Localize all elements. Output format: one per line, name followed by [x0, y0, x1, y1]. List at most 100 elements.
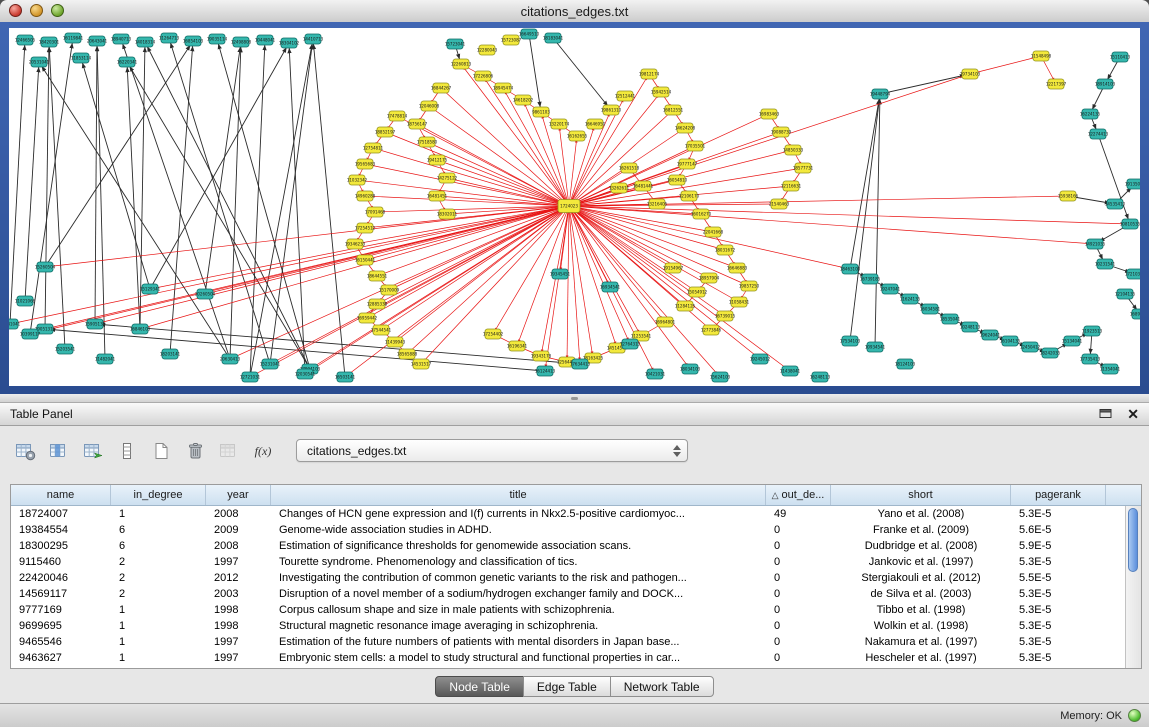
graph-node[interactable]: 14850333: [783, 145, 804, 155]
graph-node[interactable]: 16016270: [691, 209, 712, 219]
graph-node[interactable]: 19812174: [639, 69, 660, 79]
graph-node[interactable]: 19245012: [750, 354, 771, 364]
column-header-pagerank[interactable]: pagerank: [1011, 485, 1106, 505]
graph-node[interactable]: 19734103: [960, 69, 981, 79]
graph-node[interactable]: 14624208: [675, 123, 696, 133]
graph-node[interactable]: 11032342: [347, 175, 368, 185]
graph-node[interactable]: 18565888: [397, 349, 418, 359]
graph-node[interactable]: 16248113: [810, 372, 831, 382]
graph-node[interactable]: 20260504: [195, 289, 216, 299]
table-row[interactable]: 911546021997Tourette syndrome. Phenomeno…: [11, 554, 1126, 570]
graph-node[interactable]: 13262611: [609, 183, 630, 193]
table-row[interactable]: 946362711997Embryonic stem cells: a mode…: [11, 650, 1126, 666]
graph-node[interactable]: 14921035: [1085, 239, 1106, 249]
graph-node[interactable]: 12106170: [679, 191, 700, 201]
graph-node[interactable]: 14960288: [355, 191, 376, 201]
graph-node[interactable]: 15231041: [260, 359, 281, 369]
table-row[interactable]: 1830029562008Estimation of significance …: [11, 538, 1126, 554]
row-height-button[interactable]: [114, 438, 140, 464]
graph-node[interactable]: 18302011: [437, 209, 458, 219]
graph-node[interactable]: 10448041: [255, 35, 276, 45]
graph-node[interactable]: 11354041: [1100, 364, 1121, 374]
graph-node[interactable]: 11923513: [1082, 326, 1103, 336]
graph-node[interactable]: 17634413: [570, 359, 591, 369]
graph-node[interactable]: 18124103: [895, 359, 916, 369]
graph-node[interactable]: 14018314: [135, 37, 156, 47]
graph-node[interactable]: 11264713: [159, 33, 180, 43]
graph-node[interactable]: 15260504: [35, 262, 56, 272]
float-panel-icon[interactable]: [1099, 407, 1113, 422]
column-header-year[interactable]: year: [206, 485, 271, 505]
graph-node[interactable]: 16964801: [655, 317, 676, 327]
graph-node[interactable]: 12260813: [451, 59, 472, 69]
graph-node[interactable]: 19088739: [771, 127, 792, 137]
graph-node[interactable]: 12764313: [620, 339, 641, 349]
graph-node[interactable]: 18940713: [111, 34, 132, 44]
graph-node[interactable]: 10399117: [20, 329, 41, 339]
column-header-name[interactable]: name: [11, 485, 111, 505]
graph-node[interactable]: 10810535: [1120, 219, 1140, 229]
graph-hub-node[interactable]: 1724023: [558, 200, 580, 213]
graph-node[interactable]: 11231041: [9, 319, 21, 329]
graph-node[interactable]: 12450412: [1020, 342, 1041, 352]
graph-node[interactable]: 16481441: [633, 181, 654, 191]
graph-node[interactable]: 16034581: [920, 304, 941, 314]
memory-indicator-icon[interactable]: [1128, 709, 1141, 722]
graph-node[interactable]: 18644551: [367, 271, 388, 281]
graph-node[interactable]: 19412175: [427, 155, 448, 165]
panel-resize-handle[interactable]: [0, 394, 1149, 402]
graph-node[interactable]: 16846103: [130, 324, 151, 334]
graph-node[interactable]: 19035114: [207, 34, 228, 44]
graph-node[interactable]: 11624135: [900, 294, 921, 304]
graph-node[interactable]: 19624041: [980, 330, 1001, 340]
graph-node[interactable]: 12104135: [1115, 289, 1136, 299]
graph-node[interactable]: 15203541: [55, 344, 76, 354]
table-row[interactable]: 1456911722003Disruption of a novel membe…: [11, 586, 1126, 602]
function-builder-button[interactable]: f(x): [250, 438, 276, 464]
graph-node[interactable]: 12030541: [295, 369, 316, 379]
graph-node[interactable]: 16844267: [431, 83, 452, 93]
graph-node[interactable]: 18577731: [793, 163, 814, 173]
graph-node[interactable]: 20643041: [87, 36, 108, 46]
graph-node[interactable]: 16739185: [860, 274, 881, 284]
graph-node[interactable]: 16854103: [183, 36, 204, 46]
graph-node[interactable]: 19346233: [345, 239, 366, 249]
graph-node[interactable]: 16119841: [63, 33, 84, 43]
graph-node[interactable]: 16892041: [1130, 309, 1140, 319]
graph-node[interactable]: 13216405: [647, 199, 668, 209]
graph-node[interactable]: 18852197: [375, 127, 396, 137]
graph-node[interactable]: 16646883: [727, 263, 748, 273]
graph-node[interactable]: 18463103: [840, 264, 861, 274]
graph-node[interactable]: 16481451: [427, 191, 448, 201]
window-close-button[interactable]: [9, 4, 22, 17]
delete-column-button[interactable]: [182, 438, 208, 464]
graph-node[interactable]: 19345451: [550, 269, 571, 279]
graph-node[interactable]: 12217397: [1046, 79, 1067, 89]
graph-node[interactable]: 15905135: [85, 319, 106, 329]
graph-node[interactable]: 11438041: [780, 366, 801, 376]
graph-node[interactable]: 16959442: [357, 313, 378, 323]
graph-node[interactable]: 12721031: [240, 372, 261, 382]
graph-node[interactable]: 19154967: [663, 263, 684, 273]
graph-node[interactable]: 19247041: [880, 284, 901, 294]
graph-node[interactable]: 22041668: [703, 227, 724, 237]
graph-node[interactable]: 11021066: [15, 296, 36, 306]
graph-node[interactable]: 12116631: [781, 181, 802, 191]
graph-node[interactable]: 18304102: [279, 38, 300, 48]
new-column-button[interactable]: [148, 438, 174, 464]
graph-node[interactable]: 21540463: [769, 199, 790, 209]
graph-node[interactable]: 16150441: [355, 255, 376, 265]
graph-node[interactable]: 16261518: [619, 163, 640, 173]
graph-node[interactable]: 11548498: [1031, 51, 1052, 61]
graph-node[interactable]: 19861310: [601, 105, 622, 115]
graph-node[interactable]: 16646950: [585, 119, 606, 129]
graph-node[interactable]: 18535041: [940, 314, 961, 324]
table-row[interactable]: 2242004622012Investigating the contribut…: [11, 570, 1126, 586]
graph-node[interactable]: 16224135: [1080, 109, 1101, 119]
graph-node[interactable]: 16983463: [759, 109, 780, 119]
graph-node[interactable]: 16739015: [715, 311, 736, 321]
graph-node[interactable]: 12773846: [701, 325, 722, 335]
graph-node[interactable]: 17254512: [355, 223, 376, 233]
graph-node[interactable]: 17035501: [685, 141, 706, 151]
table-row[interactable]: 977716911998Corpus callosum shape and si…: [11, 602, 1126, 618]
